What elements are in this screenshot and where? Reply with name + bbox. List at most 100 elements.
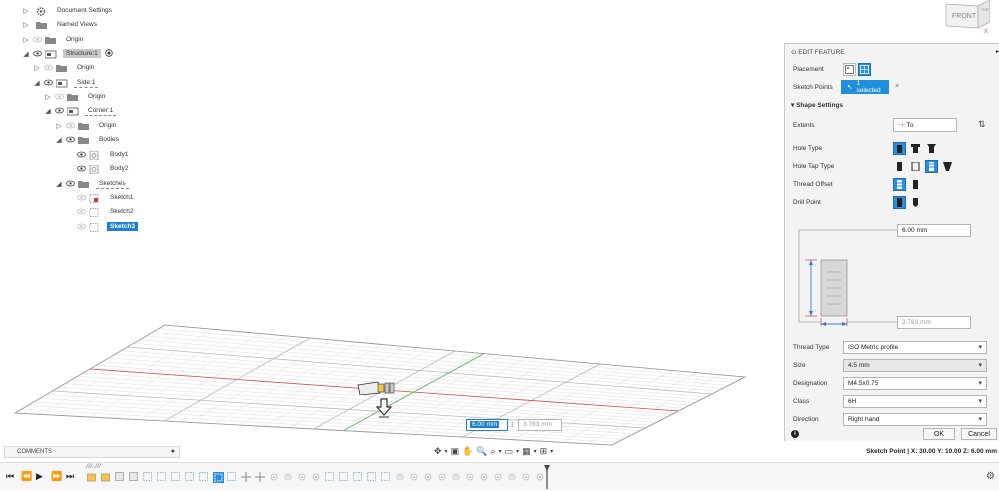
designation-dropdown[interactable]: M4.5x0.75 [843,377,987,390]
tap-clearance-button[interactable] [909,160,922,173]
timeline-feature-joint-icon[interactable] [465,472,475,482]
tap-tapped-button[interactable] [925,160,938,173]
viewport-depth-input[interactable]: 6.00 mm [466,419,508,431]
tree-item[interactable]: ◢ Corner:1 [44,104,117,117]
extents-dropdown[interactable]: ⊣ To [893,118,957,132]
collapse-triangle-icon[interactable]: ◢ [55,180,63,188]
timeline-feature-sketch-sel-icon[interactable] [213,472,224,483]
comments-toggle-icon[interactable]: ● [171,448,175,455]
visibility-eye-icon[interactable] [77,207,86,216]
visibility-eye-icon[interactable] [77,150,86,159]
info-icon[interactable]: i [791,430,799,438]
class-dropdown[interactable]: 6H [843,395,987,408]
visibility-eye-icon[interactable] [77,164,86,173]
tree-item[interactable]: Sketch2 [66,205,137,218]
timeline-feature-joint-icon[interactable] [437,472,447,482]
tree-item[interactable]: ◢ Structure:1 [22,47,113,60]
orbit-icon[interactable]: ✥ [434,446,442,457]
visibility-eye-icon[interactable] [33,49,42,58]
drill-point-flat-button[interactable] [893,196,906,209]
tree-item[interactable]: ▷ Document Settings [22,4,115,17]
comments-bar[interactable]: COMMENTS ● [4,446,180,458]
expand-triangle-icon[interactable]: ▷ [55,122,63,130]
tree-item[interactable]: Body2 [66,162,131,175]
depth-input[interactable]: 6.00 mm [897,224,971,237]
size-dropdown[interactable]: 4.5 mm [843,359,987,372]
timeline-feature-sketch-icon[interactable] [325,472,335,482]
look-at-icon[interactable]: ▣ [451,446,460,457]
visibility-eye-icon[interactable] [66,179,75,188]
tree-item[interactable]: ▷ Origin [44,90,108,103]
timeline-feature-sketch-icon[interactable] [381,472,391,482]
thread-offset-full-button[interactable] [893,178,906,191]
visibility-eye-icon[interactable] [66,121,75,130]
hole-direction-arrow[interactable] [375,398,393,418]
diameter-input[interactable]: 3.783 mm [897,316,971,329]
tree-item[interactable]: ▷ Origin [22,33,86,46]
tree-item[interactable]: ◢ Sketches [55,177,129,190]
step-forward-icon[interactable]: ⏩ [51,471,62,482]
tap-simple-button[interactable] [893,160,906,173]
visibility-eye-icon[interactable] [44,63,53,72]
model-part[interactable] [356,381,398,396]
timeline-feature-joint-icon[interactable] [269,472,279,482]
timeline-feature-component-icon[interactable] [87,472,97,482]
hole-type-countersink-button[interactable] [925,142,938,155]
timeline-feature-joint-icon[interactable] [423,472,433,482]
placement-multiple-button[interactable] [858,63,871,76]
viewport-grid[interactable] [0,300,780,450]
clear-selection-icon[interactable]: × [895,83,899,90]
expand-triangle-icon[interactable]: ▷ [22,36,30,44]
tree-item[interactable]: Body1 [66,148,131,161]
timeline-feature-joint-icon[interactable] [311,472,321,482]
expand-triangle-icon[interactable]: ▷ [22,7,30,15]
tree-item[interactable]: Sketch3 [66,220,138,233]
visibility-eye-icon[interactable] [77,222,86,231]
timeline-feature-sketch-icon[interactable] [353,472,363,482]
pan-icon[interactable]: ✋ [462,446,473,457]
go-to-start-icon[interactable]: ⏮ [6,471,14,482]
timeline-feature-sketch-icon[interactable] [367,472,377,482]
placement-single-button[interactable] [843,63,856,76]
timeline-feature-sketch-icon[interactable] [143,472,153,482]
zoom-icon[interactable]: ⌕ [491,446,496,457]
viewport-diameter-input[interactable]: 3.783 mm [518,419,562,431]
timeline-feature-sketch-icon[interactable] [339,472,349,482]
tree-item[interactable]: ▷ Named Views [22,18,100,31]
visibility-eye-icon[interactable] [55,106,64,115]
viewcube[interactable]: FRONT TOP X [940,0,991,36]
timeline-settings-icon[interactable]: ⚙ [986,471,995,482]
cancel-button[interactable]: Cancel [961,428,997,440]
timeline-feature-move-icon[interactable] [241,472,251,482]
timeline-feature-body-icon[interactable] [115,472,125,482]
collapse-triangle-icon[interactable]: ◢ [44,107,52,115]
visibility-eye-icon[interactable] [44,78,53,87]
tree-item[interactable]: Sketch1 [66,191,137,204]
ok-button[interactable]: OK [923,428,955,440]
sketch-points-select-button[interactable]: ↖ 1 selected [841,80,889,94]
timeline-feature-joint-icon[interactable] [451,472,461,482]
visibility-eye-icon[interactable] [33,35,42,44]
timeline-feature-sketch-icon[interactable] [227,472,237,482]
panel-header[interactable]: ⊙ EDIT FEATURE [791,48,845,56]
timeline-feature-sketch-icon[interactable] [185,472,195,482]
extents-flip-icon[interactable]: ⇅ [978,119,986,130]
visibility-eye-icon[interactable] [55,92,64,101]
thread-type-dropdown[interactable]: ISO Metric profile [843,341,987,354]
collapse-triangle-icon[interactable]: ◢ [33,79,41,87]
expand-triangle-icon[interactable]: ▷ [44,93,52,101]
timeline-feature-sketch-icon[interactable] [199,472,209,482]
direction-dropdown[interactable]: Right hand [843,413,987,426]
thread-offset-partial-button[interactable] [909,178,922,191]
drill-point-angle-button[interactable] [909,196,922,209]
grid-settings-icon[interactable]: ▦ [522,446,531,457]
tree-item[interactable]: ▷ Origin [55,119,119,132]
timeline-feature-sketch-icon[interactable] [171,472,181,482]
play-icon[interactable]: ▶ [36,471,43,482]
timeline-feature-joint-icon[interactable] [283,472,293,482]
tap-taper-button[interactable] [941,160,954,173]
visibility-eye-icon[interactable] [66,135,75,144]
tree-item[interactable]: ◢ Side:1 [33,76,99,89]
step-back-icon[interactable]: ⏪ [21,471,32,482]
tree-item[interactable]: ▷ Origin [33,61,97,74]
